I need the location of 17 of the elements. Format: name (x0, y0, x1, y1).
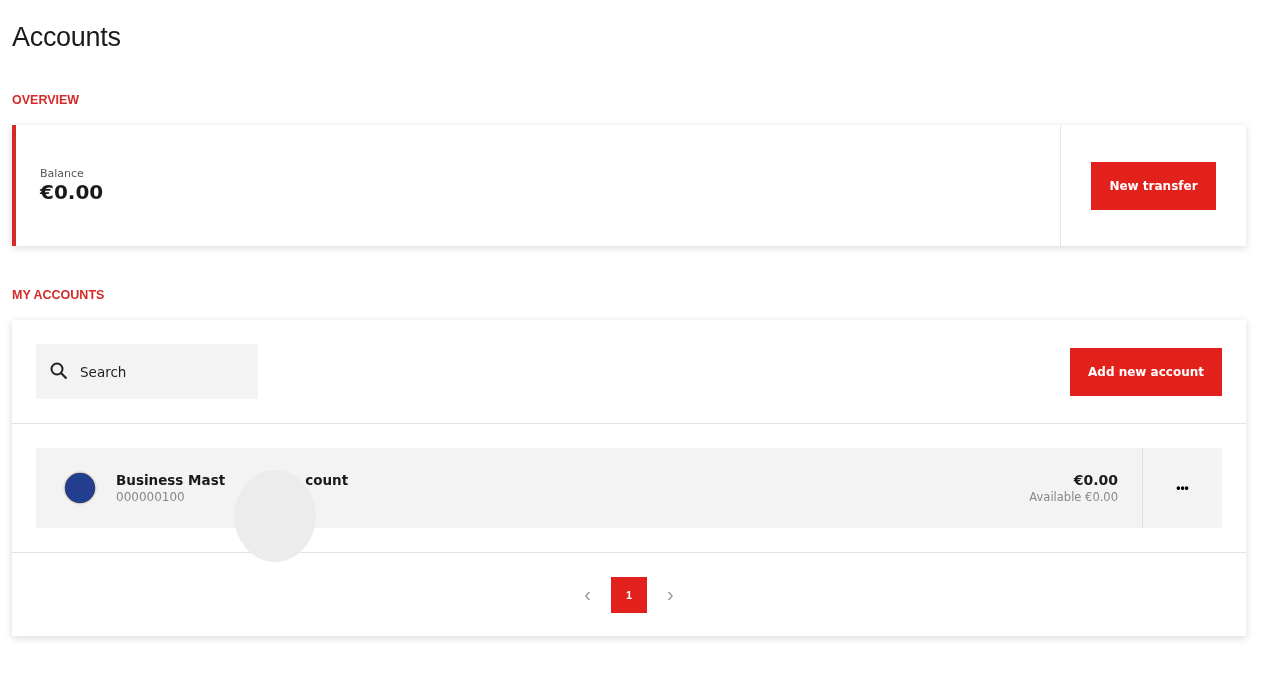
previous-page-button[interactable]: ‹ (580, 583, 595, 606)
page-title: Accounts (12, 22, 122, 53)
next-page-button[interactable]: › (663, 583, 678, 606)
balance-amount: €0.00 (40, 180, 105, 204)
account-name: Business Mast (116, 472, 226, 488)
account-number: 000000100 (116, 490, 186, 504)
available-balance: Available €0.00 (1029, 490, 1118, 504)
account-row[interactable]: Business Mast count 000000100 €0.00 Available €0.00 ••• (36, 448, 1222, 528)
search-field[interactable]: Search (36, 344, 258, 399)
page-button[interactable]: 1 (611, 576, 647, 613)
balance-label: Balance (40, 167, 85, 180)
section-heading: OVERVIEW (12, 93, 81, 107)
new-transfer-button[interactable]: New transfer (1091, 161, 1216, 210)
account-balance: €0.00 (1073, 472, 1118, 488)
add-account-button[interactable]: Add new account (1070, 347, 1222, 396)
account-name: count (305, 472, 349, 488)
section-heading: MY ACCOUNTS (12, 288, 106, 302)
